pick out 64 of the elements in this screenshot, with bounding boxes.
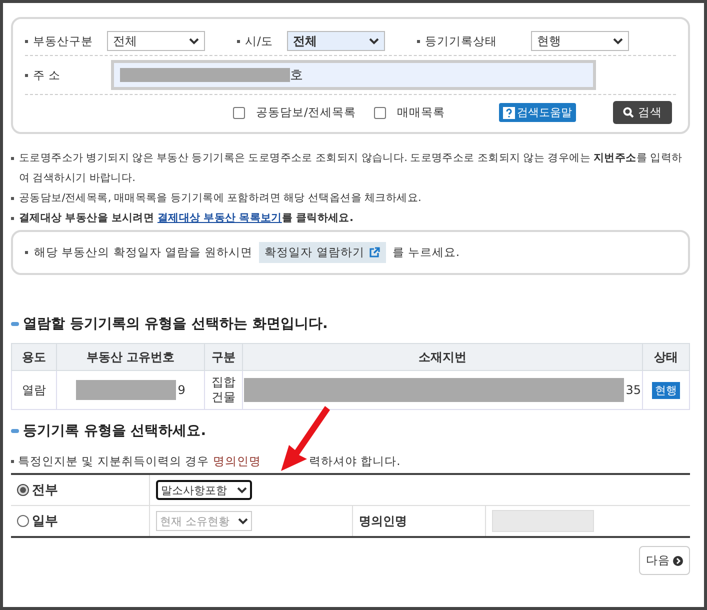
radio-button[interactable] (17, 484, 29, 496)
field-label: 시/도 (245, 34, 273, 48)
section-title: 등기기록 유형을 선택하세요. (23, 422, 206, 440)
name-field[interactable] (492, 510, 594, 532)
caret-icon (238, 518, 248, 524)
note-text: 공동담보/전세목록, 매매목록을 등기기록에 포함하려면 해당 선택옵션을 체크하세요. (19, 192, 422, 204)
column-header: 부동산 고유번호 (56, 344, 205, 370)
bullet-icon (25, 40, 28, 42)
next-button[interactable]: 다음 (639, 546, 690, 575)
checkbox[interactable] (233, 106, 245, 118)
heading-marker (11, 429, 19, 433)
address-field[interactable]: 호 (111, 60, 596, 90)
column-header: 구분 (204, 344, 242, 370)
status-badge: 현행 (652, 382, 680, 398)
heading-marker (11, 322, 19, 326)
dropdown[interactable]: 말소사항포함 (156, 480, 252, 500)
table-cell: 열람 (12, 370, 56, 410)
dropdown[interactable]: 현행 (530, 31, 629, 51)
bullet-icon (416, 40, 420, 42)
field-label: 주 소 (33, 68, 61, 82)
note-highlight: 명의인명 (212, 454, 261, 469)
help-button[interactable]: 검색도움말 (498, 103, 576, 122)
search-button[interactable]: 검색 (613, 101, 672, 124)
note-text: 특정인지분 및 지분취득이력의 경우 (18, 454, 209, 469)
bullet-icon (11, 157, 14, 160)
checkbox[interactable] (374, 106, 386, 118)
dropdown[interactable]: 전체 (107, 31, 205, 51)
column-header: 소재지번 (242, 344, 643, 370)
checkbox-label: 매매목록 (396, 105, 445, 120)
external-link-icon (369, 247, 380, 258)
bullet-icon (11, 217, 14, 220)
column-header: 용도 (12, 344, 56, 370)
bullet-icon (25, 251, 28, 254)
address-value: 호 (290, 67, 303, 84)
dropdown[interactable]: 전체 (286, 31, 385, 51)
search-icon (623, 107, 634, 118)
caret-icon (189, 38, 199, 44)
question-icon (502, 106, 515, 118)
table-cell: 집합건물 (204, 370, 242, 410)
arrow-circle-icon (673, 556, 683, 566)
list-link[interactable]: 결제대상 부동산 목록보기 (157, 212, 282, 224)
bullet-icon (25, 74, 28, 76)
section-title: 열람할 등기기록의 유형을 선택하는 화면입니다. (23, 315, 328, 333)
note-text: 력하셔야 합니다. (308, 454, 400, 469)
confirm-date-button[interactable]: 확정일자 열람하기 (258, 242, 386, 263)
checkbox-label: 공동담보/전세목록 (256, 105, 356, 120)
bullet-icon (11, 197, 14, 200)
bullet-icon (11, 460, 14, 463)
field-label: 부동산구분 (33, 34, 93, 48)
caret-icon (237, 486, 247, 494)
option-label: 일부 (32, 513, 58, 530)
table-cell: 9 (178, 383, 186, 397)
note-text: 결제대상 부동산을 보시려면 결제대상 부동산 목록보기를 클릭하세요. (19, 212, 354, 224)
field-label: 명의인명 (359, 514, 407, 528)
field-label: 등기기록상태 (424, 34, 497, 48)
caret-icon (612, 38, 623, 44)
option-label: 전부 (32, 482, 58, 499)
note-text: 도로명주소가 병기되지 않은 부동산 등기기록은 도로명주소로 조회되지 않습니다. 도로명주소로 조회되지 않는 경우에는 지번주소를 입력하여 검색하시기 바랍니다. (19, 152, 682, 184)
table-cell: 35 (626, 383, 642, 397)
bullet-icon (237, 40, 240, 42)
confirm-text: 해당 부동산의 확정일자 열람을 원하시면 (34, 245, 253, 260)
caret-icon (368, 38, 379, 44)
column-header: 상태 (642, 344, 690, 370)
confirm-text: 를 누르세요. (392, 245, 460, 260)
